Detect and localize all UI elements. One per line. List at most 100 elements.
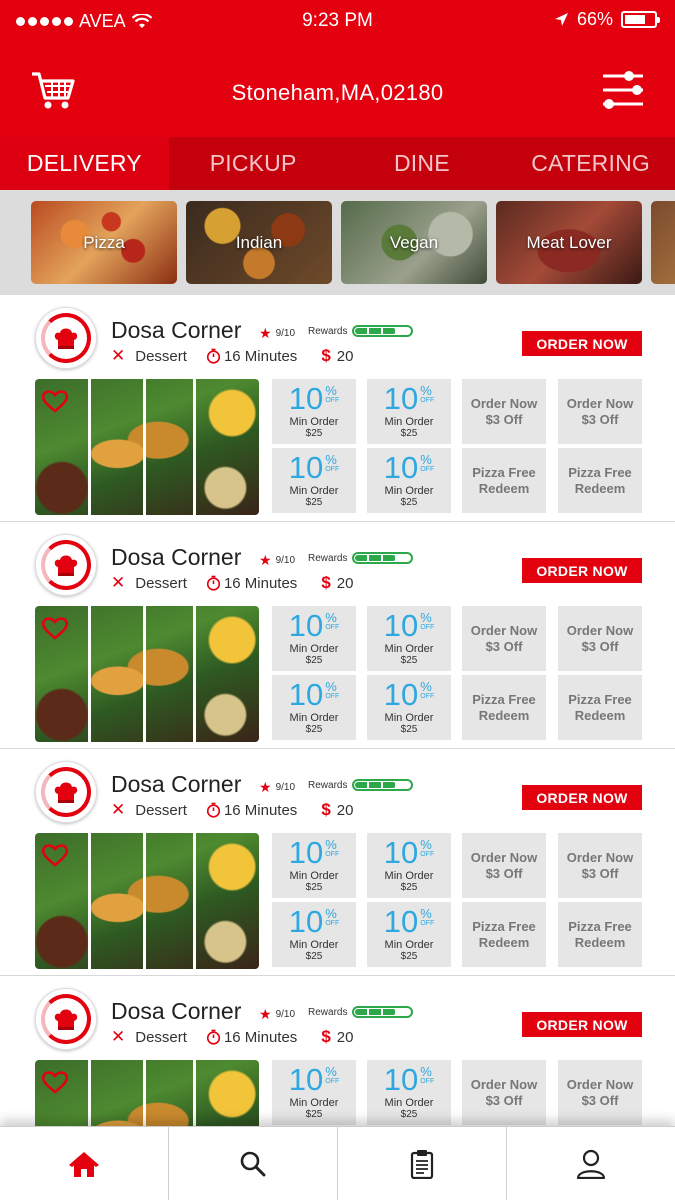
min-order-amount: $25 [305, 428, 323, 439]
category-more[interactable] [651, 201, 675, 284]
order-now-offer-tile[interactable]: Order Now $3 Off [462, 379, 546, 444]
filter-icon[interactable] [601, 70, 645, 115]
delivery-time: 16 Minutes [223, 1028, 298, 1046]
heart-icon[interactable] [41, 389, 69, 418]
discount-tile[interactable]: 10%OFF Min Order $25 [367, 675, 451, 740]
food-photo[interactable] [35, 606, 259, 742]
food-photo[interactable] [35, 833, 259, 969]
currency-symbol: $ [321, 800, 331, 819]
discount-tile[interactable]: 10%OFF Min Order $25 [367, 606, 451, 671]
star-icon: ★ [259, 325, 272, 341]
discount-tile[interactable]: 10%OFF Min Order $25 [367, 902, 451, 967]
order-now-offer-tile[interactable]: Order Now $3 Off [558, 606, 642, 671]
rewards-label: Rewards [308, 552, 348, 564]
tab-pickup[interactable]: PICKUP [169, 137, 338, 190]
location-label[interactable]: Stoneham,MA,02180 [0, 80, 675, 106]
category-pizza[interactable]: Pizza [31, 201, 177, 284]
discount-tile[interactable]: 10%OFF Min Order $25 [367, 448, 451, 513]
off-label: OFF [420, 693, 435, 700]
order-now-offer-tile[interactable]: Order Now $3 Off [558, 379, 642, 444]
discount-tile[interactable]: 10%OFF Min Order $25 [272, 606, 356, 671]
category-meat-lover[interactable]: Meat Lover [496, 201, 642, 284]
offer-line-2: $3 Off [485, 638, 523, 654]
min-order-amount: $25 [305, 1109, 323, 1120]
order-now-offer-tile[interactable]: Order Now $3 Off [462, 1060, 546, 1125]
order-now-button[interactable]: ORDER NOW [522, 785, 642, 810]
restaurant-card[interactable]: Dosa Corner ★ 9/10 Rewards ORDER NOW ✕ De… [0, 749, 675, 976]
category-vegan[interactable]: Vegan [341, 201, 487, 284]
order-now-button[interactable]: ORDER NOW [522, 558, 642, 583]
tab-catering[interactable]: CATERING [506, 137, 675, 190]
offer-line-2: $3 Off [485, 865, 523, 881]
rewards: Rewards [308, 325, 414, 337]
percent-sign: % [420, 610, 432, 625]
star-icon: ★ [259, 552, 272, 568]
nav-home[interactable] [0, 1127, 169, 1200]
offer-line-1: Pizza Free [568, 691, 632, 707]
off-label: OFF [325, 1078, 340, 1085]
tab-dine[interactable]: DINE [338, 137, 507, 190]
offer-grid: 10% OFF Min Order $25 10% OFF Min Order $2… [272, 379, 643, 515]
restaurant-name[interactable]: Dosa Corner [111, 317, 241, 344]
discount-tile[interactable]: 10%OFF Min Order $25 [272, 379, 356, 444]
nav-search[interactable] [169, 1127, 338, 1200]
off-label: OFF [420, 397, 435, 404]
restaurant-name[interactable]: Dosa Corner [111, 998, 241, 1025]
restaurant-name[interactable]: Dosa Corner [111, 771, 241, 798]
restaurant-name[interactable]: Dosa Corner [111, 544, 241, 571]
pizza-free-offer-tile[interactable]: Pizza FreeRedeem [558, 675, 642, 740]
restaurant-card[interactable]: Dosa Corner ★ 9/10 Rewards ORDER NOW ✕ De… [0, 295, 675, 522]
food-photo[interactable] [35, 379, 259, 515]
pizza-free-offer-tile[interactable]: Pizza FreeRedeem [462, 902, 546, 967]
restaurant-logo [35, 988, 97, 1050]
chef-hat-icon [54, 555, 78, 576]
offer-line-1: Order Now [566, 1076, 634, 1092]
discount-percent: 10 [288, 904, 324, 939]
discount-tile[interactable]: 10%OFF Min Order $25 [272, 448, 356, 513]
category-indian[interactable]: Indian [186, 201, 332, 284]
pizza-free-offer-tile[interactable]: Pizza FreeRedeem [462, 448, 546, 513]
percent-sign: % [420, 383, 432, 398]
min-price: 20 [336, 347, 354, 365]
order-now-offer-tile[interactable]: Order Now $3 Off [462, 833, 546, 898]
discount-tile[interactable]: 10%OFF Min Order $25 [367, 379, 451, 444]
nav-orders[interactable] [338, 1127, 507, 1200]
nav-profile[interactable] [507, 1127, 675, 1200]
restaurant-category: Dessert [135, 347, 187, 365]
status-right: 66% [554, 9, 660, 30]
discount-tile[interactable]: 10%OFF Min Order $25 [272, 1060, 356, 1125]
pizza-free-offer-tile[interactable]: Pizza FreeRedeem [462, 675, 546, 740]
off-label: OFF [325, 466, 340, 473]
cutlery-icon: ✕ [111, 346, 126, 365]
heart-icon[interactable] [41, 616, 69, 645]
order-now-offer-tile[interactable]: Order Now $3 Off [462, 606, 546, 671]
restaurant-list: Dosa Corner ★ 9/10 Rewards ORDER NOW ✕ De… [0, 295, 675, 1200]
heart-icon[interactable] [41, 843, 69, 872]
min-price: 20 [336, 574, 354, 592]
app-header: Stoneham,MA,02180 [0, 42, 675, 137]
order-now-offer-tile[interactable]: Order Now $3 Off [558, 833, 642, 898]
percent-sign: % [420, 679, 432, 694]
min-order-label: Min Order [289, 1097, 339, 1109]
discount-percent: 10 [383, 608, 419, 643]
tab-delivery[interactable]: DELIVERY [0, 137, 169, 190]
orders-icon [410, 1149, 434, 1179]
restaurant-card[interactable]: Dosa Corner ★ 9/10 Rewards ORDER NOW ✕ De… [0, 522, 675, 749]
min-order-label: Min Order [384, 870, 434, 882]
order-now-button[interactable]: ORDER NOW [522, 331, 642, 356]
percent-sign: % [420, 906, 432, 921]
pizza-free-offer-tile[interactable]: Pizza FreeRedeem [558, 902, 642, 967]
discount-percent: 10 [288, 450, 324, 485]
discount-tile[interactable]: 10%OFF Min Order $25 [367, 833, 451, 898]
offer-line-2: Redeem [478, 480, 530, 496]
order-now-button[interactable]: ORDER NOW [522, 1012, 642, 1037]
heart-icon[interactable] [41, 1070, 69, 1099]
discount-tile[interactable]: 10%OFF Min Order $25 [272, 902, 356, 967]
min-order-label: Min Order [289, 870, 339, 882]
order-now-offer-tile[interactable]: Order Now $3 Off [558, 1060, 642, 1125]
discount-percent: 10 [288, 1062, 324, 1097]
discount-tile[interactable]: 10%OFF Min Order $25 [367, 1060, 451, 1125]
discount-tile[interactable]: 10%OFF Min Order $25 [272, 833, 356, 898]
discount-tile[interactable]: 10%OFF Min Order $25 [272, 675, 356, 740]
pizza-free-offer-tile[interactable]: Pizza FreeRedeem [558, 448, 642, 513]
